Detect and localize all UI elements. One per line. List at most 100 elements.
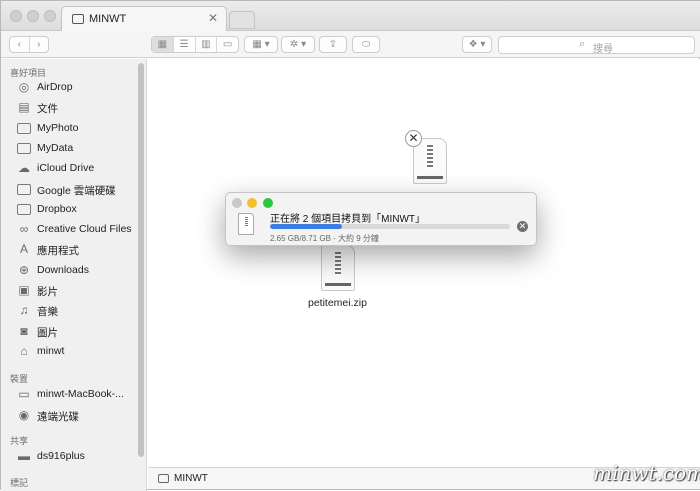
sidebar-item-label: 音樂 bbox=[37, 306, 58, 319]
cancel-drag-icon[interactable]: ✕ bbox=[405, 130, 422, 147]
sidebar-favorite-item[interactable]: ♫ 音樂 bbox=[17, 302, 143, 320]
sidebar-item-label: Dropbox bbox=[37, 202, 77, 215]
watermark-logo: minwt.com bbox=[593, 461, 700, 485]
path-bar-label[interactable]: MINWT bbox=[174, 473, 208, 484]
cover-flow-button[interactable]: ▭ bbox=[217, 37, 238, 52]
file-label-bar bbox=[325, 283, 351, 286]
sidebar-favorite-item[interactable]: ☁ iCloud Drive bbox=[17, 160, 143, 178]
list-view-button[interactable]: ☰ bbox=[174, 37, 196, 52]
zipper-mark bbox=[335, 252, 341, 276]
search-icon: ⌕ bbox=[579, 38, 586, 50]
applications-icon: A bbox=[19, 242, 28, 257]
search-placeholder: 搜尋 bbox=[593, 44, 613, 55]
sidebar-favorite-item[interactable]: ◎ AirDrop bbox=[17, 79, 143, 97]
toolbar: ‹ › ▦ ☰ ▥ ▭ ▦ ▾ ✲ ▾ ⇪ ⬭ ❖ ▾ ⌕ 搜尋 bbox=[1, 31, 700, 58]
server-icon: ▬ bbox=[18, 449, 30, 463]
sidebar-item-label: iCloud Drive bbox=[37, 162, 95, 175]
stop-copy-icon[interactable]: ✕ bbox=[517, 221, 528, 232]
file-area[interactable] bbox=[148, 59, 700, 467]
sidebar-item-label: minwt bbox=[37, 344, 65, 357]
sidebar: 喜好項目 ◎ AirDrop ▤ 文件 MyPhoto MyData ☁ iCloud Dri… bbox=[1, 59, 147, 491]
zipper-mark bbox=[427, 145, 433, 169]
tags-header: 標記 bbox=[10, 478, 29, 488]
finder-window: MINWT ✕ ‹ › ▦ ☰ ▥ ▭ ▦ ▾ ✲ ▾ ⇪ ⬭ ❖ ▾ ⌕ 搜尋… bbox=[0, 0, 700, 491]
tab-close-icon[interactable]: ✕ bbox=[208, 11, 218, 25]
documents-icon: ▤ bbox=[18, 100, 30, 115]
sidebar-favorite-item[interactable]: Google 雲端硬碟 bbox=[17, 181, 143, 199]
zip-file-icon[interactable] bbox=[321, 245, 355, 291]
tab-minwt[interactable]: MINWT ✕ bbox=[61, 6, 227, 32]
file-label-bar bbox=[417, 176, 443, 179]
copy-progress-fill bbox=[270, 224, 342, 229]
title-bar: MINWT ✕ bbox=[1, 1, 700, 32]
nav-buttons: ‹ › bbox=[9, 36, 49, 53]
sidebar-favorite-item[interactable]: Dropbox bbox=[17, 201, 143, 219]
minimize-window-button[interactable] bbox=[27, 10, 39, 22]
dropbox-button[interactable]: ❖ ▾ bbox=[462, 36, 492, 53]
dialog-zoom-button[interactable] bbox=[263, 198, 273, 208]
arrange-button[interactable]: ▦ ▾ bbox=[244, 36, 278, 53]
zoom-window-button[interactable] bbox=[44, 10, 56, 22]
movies-icon: ▣ bbox=[18, 283, 30, 297]
dialog-minimize-button[interactable] bbox=[247, 198, 257, 208]
sidebar-favorite-item[interactable]: ▣ 影片 bbox=[17, 282, 143, 300]
camera-icon: ◙ bbox=[20, 323, 28, 338]
sidebar-favorite-item[interactable]: MyPhoto bbox=[17, 120, 143, 138]
sidebar-favorite-item[interactable]: MyData bbox=[17, 140, 143, 158]
action-gear-button[interactable]: ✲ ▾ bbox=[281, 36, 315, 53]
drive-icon bbox=[158, 474, 169, 483]
sidebar-item-label: Downloads bbox=[37, 263, 89, 276]
icon-view-button[interactable]: ▦ bbox=[152, 37, 174, 52]
folder-icon bbox=[17, 122, 31, 134]
sidebar-device-item[interactable]: ◉ 遠端光碟 bbox=[17, 407, 143, 425]
creative-cloud-icon: ∞ bbox=[19, 222, 29, 237]
drive-icon bbox=[72, 14, 84, 24]
folder-icon bbox=[17, 142, 31, 154]
sidebar-item-label: MyData bbox=[37, 141, 74, 154]
music-icon: ♫ bbox=[19, 303, 29, 318]
sidebar-item-label: MyPhoto bbox=[37, 121, 79, 134]
home-icon: ⌂ bbox=[20, 343, 28, 358]
sidebar-favorite-item[interactable]: ⊕ Downloads bbox=[17, 262, 143, 280]
sidebar-favorite-item[interactable]: ∞ Creative Cloud Files bbox=[17, 221, 143, 239]
tab-title: MINWT bbox=[89, 13, 127, 25]
copy-status-text: 2.65 GB/8.71 GB - 大約 9 分鐘 bbox=[270, 234, 379, 243]
sidebar-favorite-item[interactable]: ⌂ minwt bbox=[17, 343, 143, 361]
copy-progress-bar bbox=[270, 224, 510, 229]
sidebar-item-label: 遠端光碟 bbox=[37, 410, 79, 423]
copy-progress-dialog: 正在將 2 個項目拷貝到「MINWT」 ✕ 2.65 GB/8.71 GB - … bbox=[225, 192, 537, 246]
folder-icon bbox=[17, 183, 31, 195]
sidebar-item-label: Google 雲端硬碟 bbox=[37, 184, 116, 197]
downloads-icon: ⊕ bbox=[18, 262, 30, 277]
forward-button[interactable]: › bbox=[30, 37, 49, 52]
sidebar-favorite-item[interactable]: ▤ 文件 bbox=[17, 99, 143, 117]
file-name-label[interactable]: petitemei.zip bbox=[308, 297, 367, 309]
sidebar-scrollbar[interactable] bbox=[138, 63, 144, 457]
disc-icon: ◉ bbox=[18, 407, 30, 422]
zip-document-icon bbox=[238, 213, 254, 235]
sidebar-shared-item[interactable]: ▬ ds916plus bbox=[17, 448, 143, 466]
share-button[interactable]: ⇪ bbox=[319, 36, 347, 53]
sidebar-item-label: 圖片 bbox=[37, 326, 58, 339]
cloud-icon: ☁ bbox=[18, 161, 30, 176]
tags-button[interactable]: ⬭ bbox=[352, 36, 380, 53]
sidebar-favorite-item[interactable]: A 應用程式 bbox=[17, 241, 143, 259]
column-view-button[interactable]: ▥ bbox=[196, 37, 218, 52]
back-button[interactable]: ‹ bbox=[10, 37, 30, 52]
sidebar-item-label: 文件 bbox=[37, 103, 58, 116]
new-tab-button[interactable] bbox=[229, 11, 255, 29]
favorites-header: 喜好項目 bbox=[10, 68, 47, 78]
dialog-close-button[interactable] bbox=[232, 198, 242, 208]
sidebar-item-label: minwt-MacBook-... bbox=[37, 388, 124, 400]
sidebar-item-label: 應用程式 bbox=[37, 245, 79, 258]
airdrop-icon: ◎ bbox=[18, 80, 30, 94]
sidebar-device-item[interactable]: ▭ minwt-MacBook-... bbox=[17, 386, 143, 404]
sidebar-favorite-item[interactable]: ◙ 圖片 bbox=[17, 323, 143, 341]
sidebar-item-label: 影片 bbox=[37, 286, 58, 298]
devices-header: 裝置 bbox=[10, 374, 29, 384]
search-field[interactable]: ⌕ 搜尋 bbox=[498, 36, 695, 55]
copy-title: 正在將 2 個項目拷貝到「MINWT」 bbox=[270, 214, 425, 225]
sidebar-item-label: AirDrop bbox=[37, 81, 73, 93]
close-window-button[interactable] bbox=[10, 10, 22, 22]
folder-icon bbox=[17, 203, 31, 215]
